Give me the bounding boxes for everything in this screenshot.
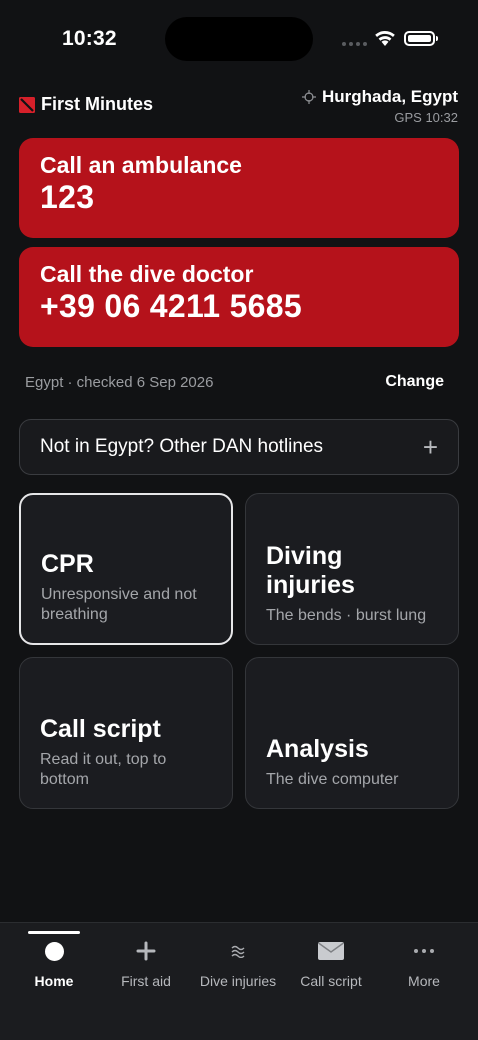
plus-icon bbox=[98, 939, 194, 963]
tile-title: CPR bbox=[41, 550, 94, 578]
wifi-icon bbox=[375, 30, 395, 46]
location-info: Hurghada, Egypt GPS 10:32 bbox=[301, 87, 458, 125]
tab-label: Home bbox=[34, 973, 74, 989]
tile-subtitle: The bends · burst lung bbox=[266, 607, 427, 624]
tab-bar: Home First aid Dive injuries Call script bbox=[0, 922, 478, 1040]
tab-label: First aid bbox=[121, 973, 171, 989]
country-check-text: Egypt · checked 6 Sep 2026 bbox=[25, 374, 214, 391]
tile-title: Call script bbox=[40, 715, 161, 743]
tile-title: Analysis bbox=[266, 735, 369, 763]
other-hotlines-expander[interactable]: Not in Egypt? Other DAN hotlines + bbox=[19, 419, 459, 475]
brand-logo-icon bbox=[19, 96, 35, 113]
tile-cpr[interactable]: CPR Unresponsive and not breathing bbox=[19, 493, 233, 645]
location-name: Hurghada, Egypt bbox=[321, 87, 458, 106]
gps-timestamp: GPS 10:32 bbox=[394, 110, 458, 125]
call-dive-doctor-button[interactable]: Call the dive doctor +39 06 4211 5685 bbox=[19, 247, 459, 347]
plus-icon: + bbox=[422, 432, 438, 462]
call-number: +39 06 4211 5685 bbox=[40, 288, 302, 324]
hotlines-label: Not in Egypt? Other DAN hotlines bbox=[40, 436, 324, 457]
tile-diving-injuries[interactable]: Diving injuries The bends · burst lung bbox=[245, 493, 459, 645]
call-title: Call the dive doctor bbox=[40, 261, 254, 287]
active-tab-indicator bbox=[28, 931, 80, 934]
change-country-button[interactable]: Change bbox=[385, 373, 444, 391]
envelope-icon bbox=[283, 939, 379, 963]
cellular-signal-icon bbox=[342, 42, 367, 46]
battery-icon bbox=[404, 31, 438, 46]
waves-icon bbox=[190, 939, 286, 963]
tile-title: Diving injuries bbox=[266, 542, 355, 599]
tile-analysis[interactable]: Analysis The dive computer bbox=[245, 657, 459, 809]
dynamic-island bbox=[165, 17, 313, 61]
crosshair-icon bbox=[301, 90, 316, 104]
tile-subtitle: Unresponsive and not breathing bbox=[41, 586, 197, 623]
home-dot-icon bbox=[44, 941, 64, 961]
tile-subtitle: Read it out, top to bottom bbox=[40, 751, 167, 788]
tile-call-script[interactable]: Call script Read it out, top to bottom bbox=[19, 657, 233, 809]
tab-dive-injuries[interactable]: Dive injuries bbox=[190, 939, 286, 989]
brand: First Minutes bbox=[19, 94, 153, 115]
call-ambulance-button[interactable]: Call an ambulance 123 bbox=[19, 138, 459, 238]
tab-label: Dive injuries bbox=[199, 973, 277, 989]
call-number: 123 bbox=[40, 179, 95, 215]
tab-label: Call script bbox=[300, 973, 362, 989]
tab-more[interactable]: More bbox=[376, 939, 472, 989]
brand-name: First Minutes bbox=[41, 94, 154, 114]
tab-label: More bbox=[408, 973, 440, 989]
tab-call-script[interactable]: Call script bbox=[283, 939, 379, 989]
tab-home[interactable]: Home bbox=[6, 939, 102, 989]
status-time: 10:32 bbox=[62, 27, 117, 50]
call-title: Call an ambulance bbox=[40, 152, 242, 178]
tile-subtitle: The dive computer bbox=[266, 771, 399, 788]
status-bar: 10:32 bbox=[0, 0, 478, 80]
tab-first-aid[interactable]: First aid bbox=[98, 939, 194, 989]
ellipsis-icon bbox=[376, 939, 472, 963]
